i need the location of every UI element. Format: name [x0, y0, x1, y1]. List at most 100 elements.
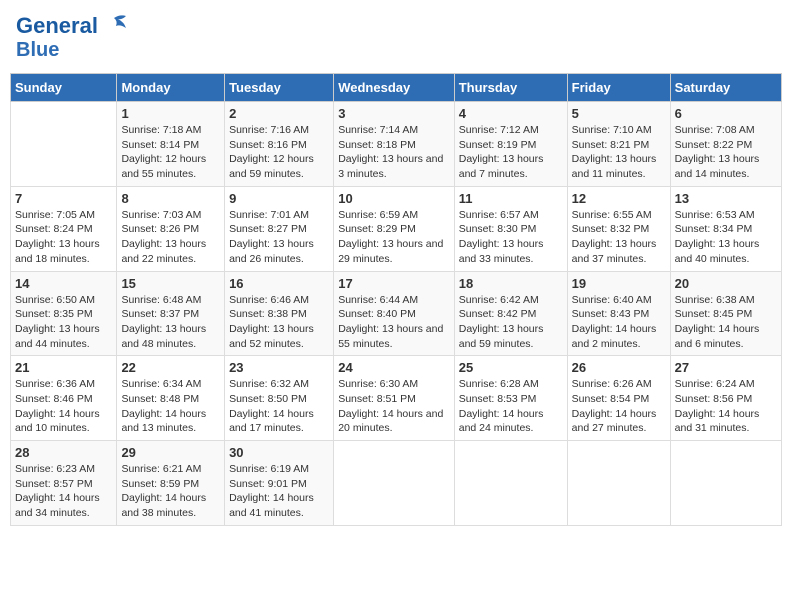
day-number: 29 — [121, 445, 220, 460]
day-cell: 29 Sunrise: 6:21 AMSunset: 8:59 PMDaylig… — [117, 441, 225, 526]
day-number: 28 — [15, 445, 112, 460]
day-number: 21 — [15, 360, 112, 375]
day-cell: 27 Sunrise: 6:24 AMSunset: 8:56 PMDaylig… — [670, 356, 781, 441]
day-info: Sunrise: 7:10 AMSunset: 8:21 PMDaylight:… — [572, 124, 657, 180]
day-info: Sunrise: 6:48 AMSunset: 8:37 PMDaylight:… — [121, 294, 206, 350]
day-number: 20 — [675, 276, 777, 291]
day-cell: 4 Sunrise: 7:12 AMSunset: 8:19 PMDayligh… — [454, 102, 567, 187]
day-cell: 23 Sunrise: 6:32 AMSunset: 8:50 PMDaylig… — [225, 356, 334, 441]
day-info: Sunrise: 7:01 AMSunset: 8:27 PMDaylight:… — [229, 209, 314, 265]
day-cell: 10 Sunrise: 6:59 AMSunset: 8:29 PMDaylig… — [334, 186, 455, 271]
col-header-wednesday: Wednesday — [334, 74, 455, 102]
day-cell — [334, 441, 455, 526]
day-cell — [567, 441, 670, 526]
day-number: 10 — [338, 191, 450, 206]
day-number: 24 — [338, 360, 450, 375]
day-number: 12 — [572, 191, 666, 206]
day-info: Sunrise: 6:57 AMSunset: 8:30 PMDaylight:… — [459, 209, 544, 265]
day-cell: 13 Sunrise: 6:53 AMSunset: 8:34 PMDaylig… — [670, 186, 781, 271]
day-cell — [11, 102, 117, 187]
day-info: Sunrise: 7:05 AMSunset: 8:24 PMDaylight:… — [15, 209, 100, 265]
day-cell: 30 Sunrise: 6:19 AMSunset: 9:01 PMDaylig… — [225, 441, 334, 526]
day-number: 19 — [572, 276, 666, 291]
day-cell: 25 Sunrise: 6:28 AMSunset: 8:53 PMDaylig… — [454, 356, 567, 441]
logo-bird-icon — [100, 14, 128, 39]
day-number: 6 — [675, 106, 777, 121]
day-cell: 6 Sunrise: 7:08 AMSunset: 8:22 PMDayligh… — [670, 102, 781, 187]
day-cell: 26 Sunrise: 6:26 AMSunset: 8:54 PMDaylig… — [567, 356, 670, 441]
day-number: 1 — [121, 106, 220, 121]
page-header: General Blue — [10, 10, 782, 65]
day-info: Sunrise: 6:38 AMSunset: 8:45 PMDaylight:… — [675, 294, 760, 350]
day-number: 3 — [338, 106, 450, 121]
day-cell: 20 Sunrise: 6:38 AMSunset: 8:45 PMDaylig… — [670, 271, 781, 356]
day-info: Sunrise: 6:59 AMSunset: 8:29 PMDaylight:… — [338, 209, 443, 265]
day-number: 5 — [572, 106, 666, 121]
day-number: 11 — [459, 191, 563, 206]
day-info: Sunrise: 7:12 AMSunset: 8:19 PMDaylight:… — [459, 124, 544, 180]
day-cell: 11 Sunrise: 6:57 AMSunset: 8:30 PMDaylig… — [454, 186, 567, 271]
day-cell: 1 Sunrise: 7:18 AMSunset: 8:14 PMDayligh… — [117, 102, 225, 187]
day-cell: 12 Sunrise: 6:55 AMSunset: 8:32 PMDaylig… — [567, 186, 670, 271]
day-info: Sunrise: 6:23 AMSunset: 8:57 PMDaylight:… — [15, 463, 100, 519]
day-number: 15 — [121, 276, 220, 291]
day-info: Sunrise: 7:08 AMSunset: 8:22 PMDaylight:… — [675, 124, 760, 180]
day-info: Sunrise: 7:03 AMSunset: 8:26 PMDaylight:… — [121, 209, 206, 265]
day-info: Sunrise: 7:16 AMSunset: 8:16 PMDaylight:… — [229, 124, 314, 180]
day-info: Sunrise: 6:32 AMSunset: 8:50 PMDaylight:… — [229, 378, 314, 434]
week-row-4: 21 Sunrise: 6:36 AMSunset: 8:46 PMDaylig… — [11, 356, 782, 441]
day-number: 18 — [459, 276, 563, 291]
day-number: 22 — [121, 360, 220, 375]
day-cell: 28 Sunrise: 6:23 AMSunset: 8:57 PMDaylig… — [11, 441, 117, 526]
day-number: 16 — [229, 276, 329, 291]
day-info: Sunrise: 6:50 AMSunset: 8:35 PMDaylight:… — [15, 294, 100, 350]
week-row-5: 28 Sunrise: 6:23 AMSunset: 8:57 PMDaylig… — [11, 441, 782, 526]
day-cell: 19 Sunrise: 6:40 AMSunset: 8:43 PMDaylig… — [567, 271, 670, 356]
day-number: 13 — [675, 191, 777, 206]
day-number: 25 — [459, 360, 563, 375]
day-cell: 8 Sunrise: 7:03 AMSunset: 8:26 PMDayligh… — [117, 186, 225, 271]
day-cell — [670, 441, 781, 526]
day-cell: 3 Sunrise: 7:14 AMSunset: 8:18 PMDayligh… — [334, 102, 455, 187]
day-info: Sunrise: 6:28 AMSunset: 8:53 PMDaylight:… — [459, 378, 544, 434]
day-cell: 5 Sunrise: 7:10 AMSunset: 8:21 PMDayligh… — [567, 102, 670, 187]
day-number: 9 — [229, 191, 329, 206]
week-row-1: 1 Sunrise: 7:18 AMSunset: 8:14 PMDayligh… — [11, 102, 782, 187]
day-number: 23 — [229, 360, 329, 375]
day-info: Sunrise: 6:34 AMSunset: 8:48 PMDaylight:… — [121, 378, 206, 434]
day-info: Sunrise: 6:21 AMSunset: 8:59 PMDaylight:… — [121, 463, 206, 519]
col-header-tuesday: Tuesday — [225, 74, 334, 102]
day-info: Sunrise: 7:18 AMSunset: 8:14 PMDaylight:… — [121, 124, 206, 180]
day-info: Sunrise: 6:36 AMSunset: 8:46 PMDaylight:… — [15, 378, 100, 434]
day-cell — [454, 441, 567, 526]
day-number: 14 — [15, 276, 112, 291]
header-row: SundayMondayTuesdayWednesdayThursdayFrid… — [11, 74, 782, 102]
logo: General Blue — [16, 14, 128, 61]
logo-text: General — [16, 14, 98, 38]
day-number: 17 — [338, 276, 450, 291]
day-number: 7 — [15, 191, 112, 206]
day-cell: 21 Sunrise: 6:36 AMSunset: 8:46 PMDaylig… — [11, 356, 117, 441]
col-header-saturday: Saturday — [670, 74, 781, 102]
day-number: 2 — [229, 106, 329, 121]
day-cell: 7 Sunrise: 7:05 AMSunset: 8:24 PMDayligh… — [11, 186, 117, 271]
col-header-sunday: Sunday — [11, 74, 117, 102]
col-header-thursday: Thursday — [454, 74, 567, 102]
calendar-table: SundayMondayTuesdayWednesdayThursdayFrid… — [10, 73, 782, 526]
day-number: 30 — [229, 445, 329, 460]
day-info: Sunrise: 6:44 AMSunset: 8:40 PMDaylight:… — [338, 294, 443, 350]
day-cell: 17 Sunrise: 6:44 AMSunset: 8:40 PMDaylig… — [334, 271, 455, 356]
day-number: 27 — [675, 360, 777, 375]
day-info: Sunrise: 6:24 AMSunset: 8:56 PMDaylight:… — [675, 378, 760, 434]
day-cell: 9 Sunrise: 7:01 AMSunset: 8:27 PMDayligh… — [225, 186, 334, 271]
day-number: 4 — [459, 106, 563, 121]
day-info: Sunrise: 6:55 AMSunset: 8:32 PMDaylight:… — [572, 209, 657, 265]
day-info: Sunrise: 6:19 AMSunset: 9:01 PMDaylight:… — [229, 463, 314, 519]
day-cell: 22 Sunrise: 6:34 AMSunset: 8:48 PMDaylig… — [117, 356, 225, 441]
day-info: Sunrise: 7:14 AMSunset: 8:18 PMDaylight:… — [338, 124, 443, 180]
day-number: 26 — [572, 360, 666, 375]
day-cell: 2 Sunrise: 7:16 AMSunset: 8:16 PMDayligh… — [225, 102, 334, 187]
day-number: 8 — [121, 191, 220, 206]
col-header-friday: Friday — [567, 74, 670, 102]
logo-text-blue: Blue — [16, 39, 59, 61]
